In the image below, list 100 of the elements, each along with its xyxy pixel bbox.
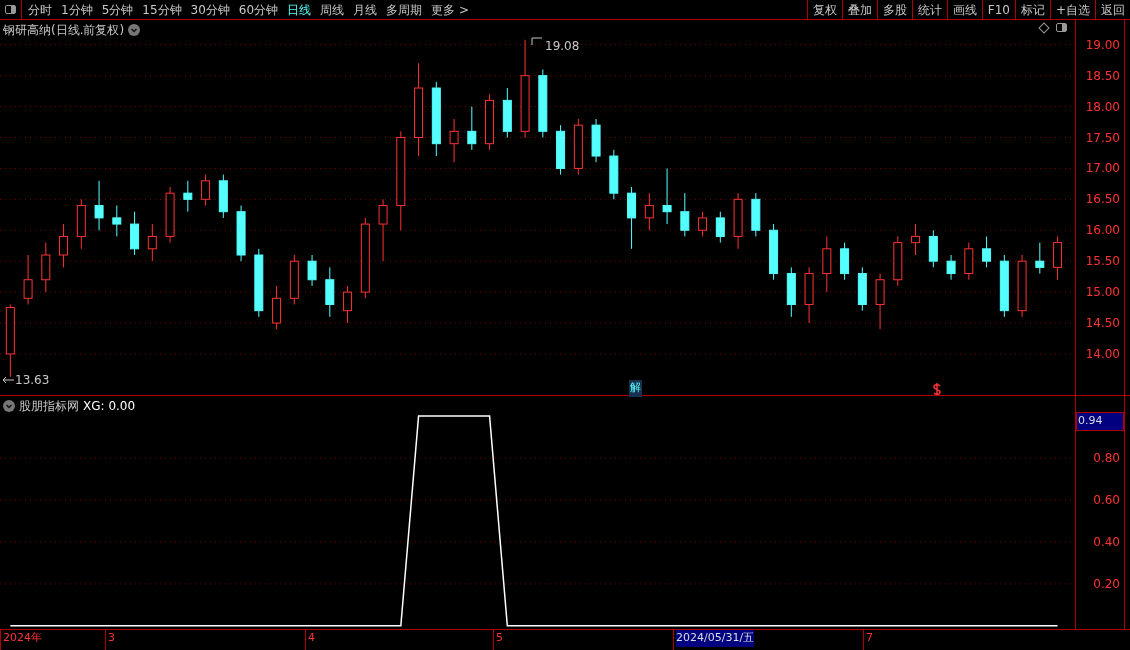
candle [928,229,938,268]
date-label: 4 [308,630,315,646]
candle [627,186,637,250]
candle [556,124,566,176]
candle [485,93,495,151]
dollar-icon[interactable] [932,383,942,395]
high-price-label: 19.08 [545,38,580,55]
stock-title: 钢研高纳(日线.前复权) [3,22,125,39]
axis-label: 18.00 [1085,99,1120,114]
candle [41,242,51,293]
candle [591,118,601,163]
axis-label: 0.80 [1093,450,1120,465]
candle [715,211,725,244]
axis-label: 16.00 [1085,223,1120,238]
pointer-line-icon [531,37,543,45]
candle [964,242,974,281]
axis-label: 17.50 [1085,130,1120,145]
candle [893,235,903,287]
panel-toggle-icon[interactable] [5,5,16,14]
toolbar-button[interactable]: 统计 [911,0,947,19]
candle [76,198,86,250]
axis-label: 15.00 [1085,285,1120,300]
toolbar-button[interactable]: 标记 [1014,0,1050,19]
candle [59,223,69,268]
low-price-label: 13.63 [15,372,50,389]
candle [201,174,211,207]
period-tab[interactable]: 15分钟 [142,0,182,19]
candle [946,254,956,281]
toolbar-button[interactable]: 叠加 [841,0,877,19]
candle [1035,242,1045,275]
date-label: 7 [866,630,873,646]
candle [609,149,619,200]
candle [857,266,867,312]
dropdown-icon[interactable] [128,24,141,36]
period-tab[interactable]: 60分钟 [238,0,279,19]
period-tab[interactable]: 日线 [287,0,312,19]
candle [680,192,690,237]
period-tab[interactable]: 5分钟 [101,0,134,19]
candle [272,285,282,330]
candle [183,180,193,213]
panel-toggle-icon[interactable] [1056,23,1067,32]
candle [289,254,299,305]
cursor-value-label: 0.94 [1076,412,1124,431]
candle [147,223,157,262]
candle [94,180,104,231]
candle [769,223,779,281]
candle [804,266,814,324]
toolbar-button[interactable]: 返回 [1095,0,1130,19]
candle [343,285,353,324]
period-tab[interactable]: 多周期 [386,0,423,19]
toolbar-button[interactable]: 多股 [876,0,912,19]
arrow-left-icon [2,376,14,384]
candle [999,254,1009,318]
dropdown-icon[interactable] [3,400,15,412]
candle [982,235,992,268]
candle [822,235,832,293]
candle [467,106,477,151]
period-tab[interactable]: 30分钟 [190,0,230,19]
axis-label: 16.50 [1085,192,1120,207]
date-label: 2024/05/31/五 [676,630,755,647]
candle [502,87,512,138]
event-marker[interactable]: 解 [629,380,642,397]
period-tab[interactable]: 1分钟 [61,0,93,19]
date-label: 2024年 [3,630,42,646]
period-tab[interactable]: 月线 [353,0,378,19]
axis-label: 0.20 [1093,576,1120,591]
period-tab[interactable]: 周线 [320,0,345,19]
axis-label: 18.50 [1085,68,1120,83]
candle [911,223,921,256]
axis-label: 19.00 [1085,37,1120,52]
candle [378,198,388,262]
axis-label: 14.50 [1085,316,1120,330]
toolbar-button[interactable]: F10 [981,0,1015,19]
candle [1017,254,1027,318]
candle [662,167,672,225]
candle [644,192,654,231]
candle [325,266,335,318]
candle [165,186,175,244]
candle [130,211,140,256]
candle [112,205,122,237]
axis-label: 17.00 [1085,161,1120,176]
candle [733,192,743,250]
axis-label: 14.00 [1085,346,1120,361]
candle [573,118,583,176]
candle [698,211,708,237]
candle [254,248,264,318]
indicator-readout: XG: 0.00 [83,398,136,415]
axis-label: 0.40 [1093,534,1120,549]
date-label: 5 [496,630,503,646]
toolbar-button[interactable]: 画线 [946,0,982,19]
period-tab[interactable]: 更多 > [431,0,469,19]
candle [307,254,317,287]
toolbar-button[interactable]: +自选 [1049,0,1095,19]
candle [786,266,796,318]
period-tab[interactable]: 分时 [28,0,52,19]
candle [236,205,246,262]
date-label: 3 [108,630,115,646]
candle [875,273,885,330]
candle [218,174,228,219]
toolbar-button[interactable]: 复权 [806,0,842,19]
